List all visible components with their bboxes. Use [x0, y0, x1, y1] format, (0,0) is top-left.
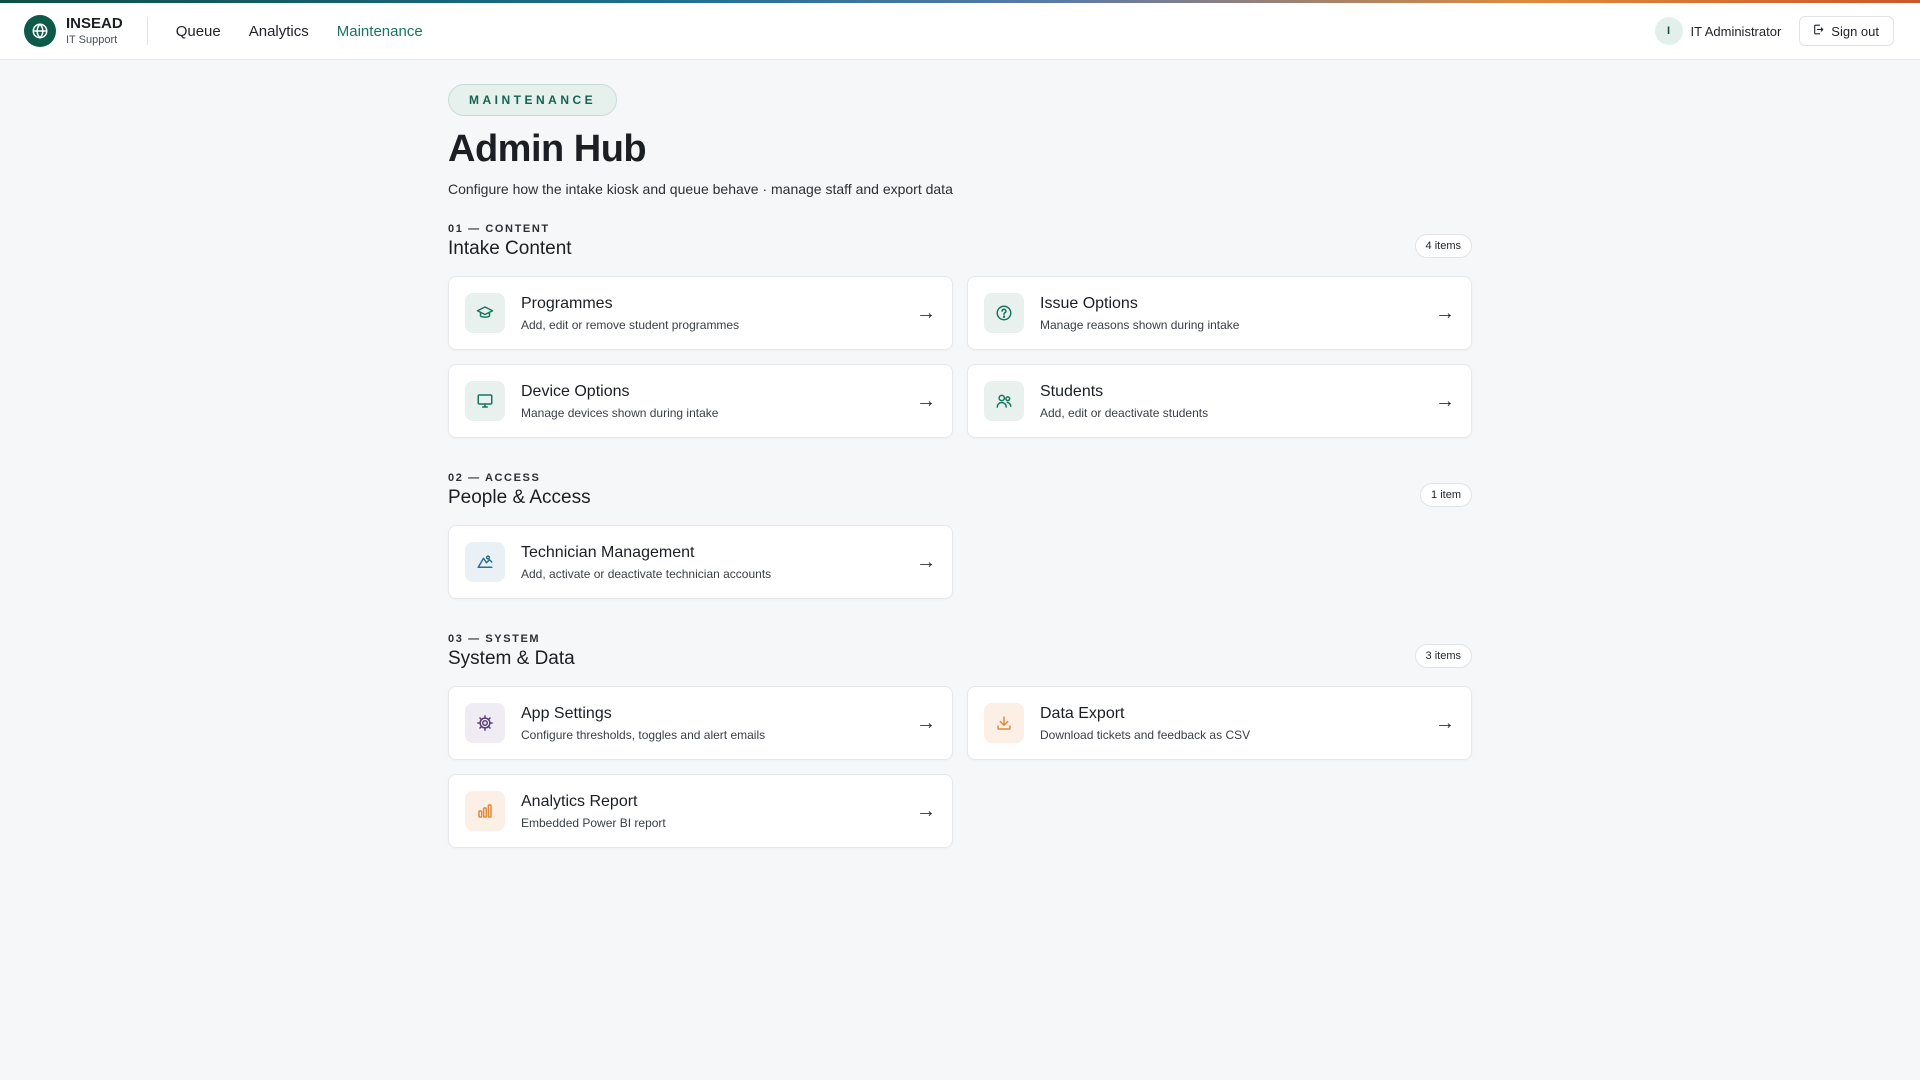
arrow-right-icon: → [1435, 711, 1455, 734]
top-header: INSEAD IT Support Queue Analytics Mainte… [0, 3, 1920, 60]
card-title: Students [1040, 382, 1104, 400]
monitor-icon [465, 381, 505, 421]
card-students[interactable]: Students Add, edit or deactivate student… [967, 364, 1472, 438]
section-system-data: 03 — SYSTEM System & Data 3 items App Se… [448, 633, 1472, 848]
page-category-pill: MAINTENANCE [448, 84, 618, 116]
section-title: Intake Content [448, 238, 572, 259]
card-description: Download tickets and feedback as CSV [1040, 727, 1251, 742]
card-title: Technician Management [521, 543, 695, 561]
card-issue-options[interactable]: Issue Options Manage reasons shown durin… [967, 276, 1472, 350]
sign-out-icon [1812, 23, 1825, 39]
card-description: Configure thresholds, toggles and alert … [521, 727, 766, 742]
section-label: 01 — CONTENT [448, 223, 550, 235]
page-subtitle: Configure how the intake kiosk and queue… [448, 181, 953, 197]
card-title: Analytics Report [521, 792, 638, 810]
avatar[interactable]: I [1654, 17, 1683, 45]
card-data-export[interactable]: Data Export Download tickets and feedbac… [967, 686, 1472, 760]
question-circle-icon [984, 293, 1024, 333]
card-title: Data Export [1040, 704, 1125, 722]
card-title: App Settings [521, 704, 612, 722]
technician-icon [465, 542, 505, 582]
card-title: Programmes [521, 294, 613, 312]
gear-icon [465, 703, 505, 743]
section-label: 03 — SYSTEM [448, 633, 541, 645]
brand-name: INSEAD [66, 14, 123, 32]
users-icon [984, 381, 1024, 421]
arrow-right-icon: → [1435, 389, 1455, 412]
card-grid: App Settings Configure thresholds, toggl… [448, 686, 1472, 848]
section-title: People & Access [448, 487, 591, 508]
card-grid: Technician Management Add, activate or d… [448, 525, 1472, 599]
card-analytics-report[interactable]: Analytics Report Embedded Power BI repor… [448, 774, 953, 848]
download-icon [984, 703, 1024, 743]
card-device-options[interactable]: Device Options Manage devices shown duri… [448, 364, 953, 438]
card-description: Manage reasons shown during intake [1040, 317, 1240, 332]
section-count-badge: 4 items [1414, 234, 1472, 258]
section-label: 02 — ACCESS [448, 472, 541, 484]
card-description: Manage devices shown during intake [521, 405, 719, 420]
brand[interactable]: INSEAD IT Support [24, 15, 123, 47]
sign-out-button[interactable]: Sign out [1799, 16, 1894, 46]
arrow-right-icon: → [916, 389, 936, 412]
section-people-access: 02 — ACCESS People & Access 1 item Techn… [448, 472, 1472, 599]
sign-out-label: Sign out [1831, 23, 1879, 39]
card-grid: Programmes Add, edit or remove student p… [448, 276, 1472, 438]
arrow-right-icon: → [916, 711, 936, 734]
card-description: Embedded Power BI report [521, 815, 666, 830]
section-count-badge: 3 items [1414, 644, 1472, 668]
header-divider [146, 17, 148, 45]
arrow-right-icon: → [916, 550, 936, 573]
arrow-right-icon: → [1435, 301, 1455, 324]
card-description: Add, edit or remove student programmes [521, 317, 740, 332]
card-description: Add, activate or deactivate technician a… [521, 566, 772, 581]
section-title: System & Data [448, 648, 575, 669]
user-area: I IT Administrator Sign out [1654, 16, 1894, 46]
main-content: MAINTENANCE Admin Hub Configure how the … [448, 60, 1472, 848]
graduation-cap-icon [465, 293, 505, 333]
user-name: IT Administrator [1690, 23, 1782, 39]
arrow-right-icon: → [916, 799, 936, 822]
card-programmes[interactable]: Programmes Add, edit or remove student p… [448, 276, 953, 350]
page-title: Admin Hub [448, 128, 647, 170]
card-technician-management[interactable]: Technician Management Add, activate or d… [448, 525, 953, 599]
nav-maintenance[interactable]: Maintenance [337, 23, 423, 40]
arrow-right-icon: → [916, 301, 936, 324]
card-title: Device Options [521, 382, 630, 400]
nav-analytics[interactable]: Analytics [249, 23, 309, 40]
nav-queue[interactable]: Queue [176, 23, 221, 40]
card-description: Add, edit or deactivate students [1040, 405, 1209, 420]
main-nav: Queue Analytics Maintenance [176, 23, 423, 40]
section-count-badge: 1 item [1420, 483, 1472, 507]
card-app-settings[interactable]: App Settings Configure thresholds, toggl… [448, 686, 953, 760]
section-intake-content: 01 — CONTENT Intake Content 4 items Prog… [448, 223, 1472, 438]
brand-subtitle: IT Support [66, 34, 118, 47]
bar-chart-icon [465, 791, 505, 831]
card-title: Issue Options [1040, 294, 1138, 312]
globe-logo-icon [24, 15, 56, 47]
